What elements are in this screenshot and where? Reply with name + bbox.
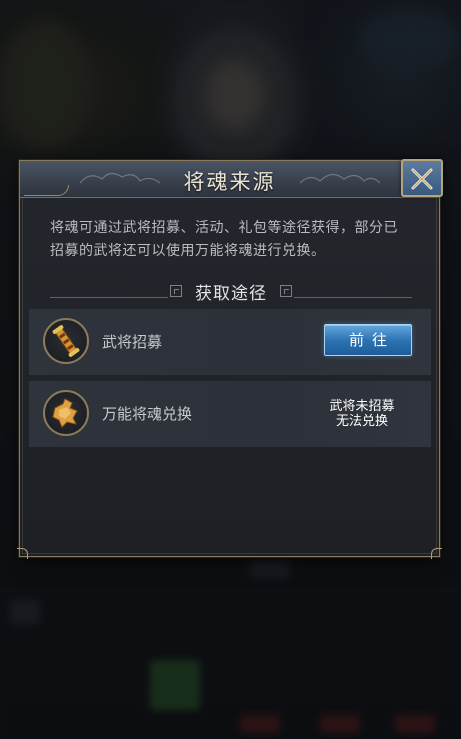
universal-soul-fragment-icon [43,390,89,436]
source-label: 武将招募 [102,333,163,351]
dialog-title-bar: 将魂来源 [20,161,439,198]
divider-line [294,297,412,298]
soul-source-dialog: 将魂来源 将魂可通过武将招募、活动、礼包等途径获得，部分已招募的武将还可以使用万… [17,159,443,559]
source-label: 万能将魂兑换 [102,405,193,423]
section-title: 获取途径 [195,284,267,304]
knot-ornament [280,285,292,297]
exchange-status-note: 武将未招募 无法兑换 [317,399,407,429]
section-header: 获取途径 [50,279,412,304]
close-icon [411,168,433,190]
source-row-exchange: 万能将魂兑换 武将未招募 无法兑换 [29,381,431,447]
description-text: 将魂可通过武将招募、活动、礼包等途径获得，部分已招募的武将还可以使用万能将魂进行… [50,220,398,259]
corner-ornament [431,548,442,559]
status-line: 武将未招募 [329,399,395,414]
go-button[interactable]: 前往 [324,324,412,356]
dialog-title: 将魂来源 [183,170,276,194]
corner-ornament [17,548,28,559]
close-button[interactable] [401,159,443,197]
source-row-recruit: 武将招募 前往 [29,309,431,375]
recruit-scroll-icon [43,318,89,364]
status-line: 无法兑换 [335,414,388,429]
